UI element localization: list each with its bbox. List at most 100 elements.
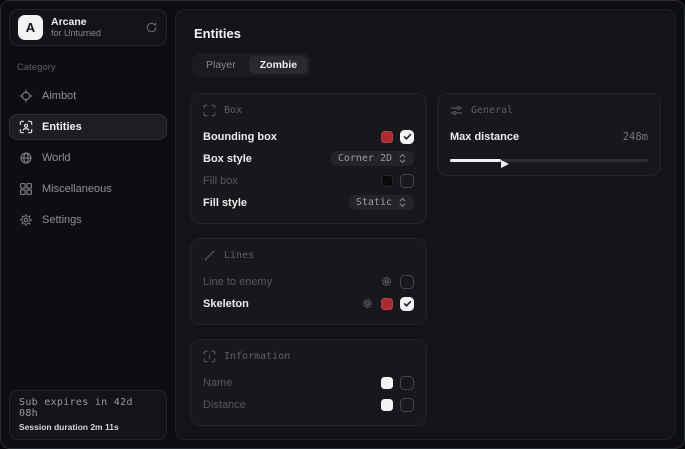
max-distance-slider[interactable] [450, 155, 648, 165]
fill-box-checkbox[interactable] [400, 174, 414, 188]
box-style-row: Box style Corner 2D [203, 148, 414, 169]
name-label: Name [203, 377, 232, 389]
crosshair-icon [19, 89, 33, 103]
app-window: A Arcane for Unturned Category [0, 0, 685, 449]
page-title: Entities [194, 26, 661, 41]
line-to-enemy-checkbox[interactable] [400, 275, 414, 289]
lines-card-header: Lines [203, 249, 414, 262]
distance-color-swatch[interactable] [381, 399, 393, 411]
sidebar-item-aimbot[interactable]: Aimbot [9, 83, 167, 109]
line-to-enemy-row: Line to enemy [203, 271, 414, 292]
sidebar-item-miscellaneous[interactable]: Miscellaneous [9, 176, 167, 202]
skeleton-settings-gear-icon[interactable] [361, 297, 374, 310]
line-to-enemy-controls [380, 275, 414, 289]
grid-icon [19, 182, 33, 196]
diagonal-line-icon [203, 249, 216, 262]
distance-controls [381, 398, 414, 412]
globe-icon [19, 151, 33, 165]
fill-box-row: Fill box [203, 170, 414, 191]
fill-style-label: Fill style [203, 197, 247, 209]
check-icon [403, 299, 412, 308]
subscription-card: Sub expires in 42d 08h Session duration … [9, 390, 167, 440]
box-card-title: Box [224, 105, 242, 116]
check-icon [403, 132, 412, 141]
fill-box-color-swatch[interactable] [381, 175, 393, 187]
sidebar-item-settings[interactable]: Settings [9, 207, 167, 233]
app-logo: A [18, 15, 43, 40]
line-to-enemy-settings-gear-icon[interactable] [380, 275, 393, 288]
general-card-title: General [471, 105, 513, 116]
max-distance-label: Max distance [450, 131, 519, 143]
name-color-swatch[interactable] [381, 377, 393, 389]
name-checkbox[interactable] [400, 376, 414, 390]
box-style-dropdown[interactable]: Corner 2D [331, 151, 414, 166]
skeleton-color-swatch[interactable] [381, 298, 393, 310]
general-card-header: General [450, 104, 648, 117]
information-card-header: Information [203, 350, 414, 363]
sliders-icon [450, 104, 463, 117]
information-card: Information Name Distance [190, 339, 427, 426]
sidebar-nav: Aimbot Entities [9, 83, 167, 233]
general-card: General Max distance 248m [437, 93, 661, 176]
lines-card: Lines Line to enemy [190, 238, 427, 325]
sidebar-item-label: World [42, 152, 71, 164]
max-distance-value: 248m [623, 131, 648, 143]
brand-card: A Arcane for Unturned [9, 9, 167, 46]
bounding-box-controls [381, 130, 414, 144]
user-scan-icon [19, 120, 33, 134]
sync-icon[interactable] [145, 21, 158, 34]
sidebar-item-label: Aimbot [42, 90, 76, 102]
max-distance-row: Max distance 248m [450, 126, 648, 147]
sidebar-spacer [9, 233, 167, 390]
category-label: Category [17, 62, 167, 73]
fill-style-row: Fill style Static [203, 192, 414, 213]
sidebar-item-label: Entities [42, 121, 82, 133]
box-card: Box Bounding box [190, 93, 427, 224]
box-card-header: Box [203, 104, 414, 117]
session-duration-text: Session duration 2m 11s [19, 422, 157, 432]
bounding-box-row: Bounding box [203, 126, 414, 147]
slider-fill [450, 159, 501, 162]
sidebar: A Arcane for Unturned Category [1, 1, 175, 448]
content-columns: Box Bounding box [190, 93, 661, 426]
line-to-enemy-label: Line to enemy [203, 276, 272, 288]
distance-row: Distance [203, 394, 414, 415]
tab-player[interactable]: Player [195, 56, 247, 74]
skeleton-row: Skeleton [203, 293, 414, 314]
info-scan-icon [203, 350, 216, 363]
fill-box-controls [381, 174, 414, 188]
bounding-box-label: Bounding box [203, 131, 277, 143]
left-column: Box Bounding box [190, 93, 427, 426]
box-style-label: Box style [203, 153, 252, 165]
name-row: Name [203, 372, 414, 393]
sidebar-item-world[interactable]: World [9, 145, 167, 171]
tab-bar: Player Zombie [192, 53, 311, 77]
slider-thumb-arrow[interactable] [501, 160, 509, 168]
sidebar-item-label: Miscellaneous [42, 183, 112, 195]
skeleton-controls [361, 297, 414, 311]
name-controls [381, 376, 414, 390]
brand-text: Arcane for Unturned [51, 16, 137, 38]
main-panel: Entities Player Zombie [175, 9, 676, 440]
fill-box-label: Fill box [203, 175, 238, 187]
bounding-box-color-swatch[interactable] [381, 131, 393, 143]
sidebar-item-entities[interactable]: Entities [9, 114, 167, 140]
lines-card-title: Lines [224, 250, 254, 261]
skeleton-label: Skeleton [203, 298, 249, 310]
distance-label: Distance [203, 399, 246, 411]
scan-corners-icon [203, 104, 216, 117]
sub-expires-text: Sub expires in 42d 08h [19, 397, 157, 419]
box-style-value: Corner 2D [338, 153, 392, 164]
fill-style-value: Static [356, 197, 392, 208]
chevron-selector-icon [398, 153, 407, 164]
gear-icon [19, 213, 33, 227]
distance-checkbox[interactable] [400, 398, 414, 412]
app-subtitle: for Unturned [51, 28, 137, 38]
tab-zombie[interactable]: Zombie [249, 56, 308, 74]
information-card-title: Information [224, 351, 290, 362]
fill-style-dropdown[interactable]: Static [349, 195, 414, 210]
bounding-box-checkbox[interactable] [400, 130, 414, 144]
sidebar-item-label: Settings [42, 214, 82, 226]
right-column: General Max distance 248m [437, 93, 661, 176]
skeleton-checkbox[interactable] [400, 297, 414, 311]
